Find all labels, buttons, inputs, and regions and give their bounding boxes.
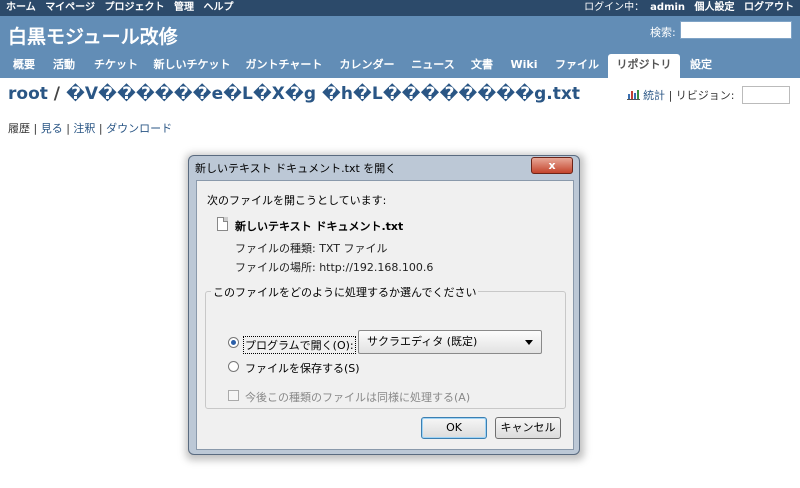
- admin-link[interactable]: 管理: [174, 2, 194, 13]
- tab-issues[interactable]: チケット: [86, 54, 146, 78]
- dialog-close-button[interactable]: x: [531, 157, 573, 174]
- annotate-link[interactable]: 注釈: [73, 122, 95, 135]
- projects-link[interactable]: プロジェクト: [104, 2, 164, 13]
- breadcrumb-root-link[interactable]: root: [8, 84, 48, 104]
- home-link[interactable]: ホーム: [6, 2, 36, 13]
- revision-input[interactable]: [742, 86, 790, 104]
- application-select-value: サクラエディタ (既定): [367, 335, 478, 348]
- remember-choice-checkbox[interactable]: [228, 390, 239, 401]
- dialog-body: 次のファイルを開こうとしています: 新しいテキスト ドキュメント.txt ファイ…: [196, 180, 574, 450]
- tab-overview[interactable]: 概要: [6, 54, 42, 78]
- remember-choice-label: 今後この種類のファイルは同様に処理する(A): [245, 391, 471, 404]
- text-file-icon: [217, 217, 228, 231]
- logged-in-text: ログイン中：: [584, 2, 645, 13]
- file-action-links: 履歴 | 見る | 注釈 | ダウンロード: [8, 122, 173, 135]
- top-menu-left: ホーム マイページ プロジェクト 管理 ヘルプ: [6, 0, 239, 16]
- open-with-label[interactable]: プログラムで開く(O):: [243, 336, 356, 354]
- help-link[interactable]: ヘルプ: [203, 2, 233, 13]
- project-title: 白黒モジュール改修: [8, 26, 178, 48]
- tab-files[interactable]: ファイル: [550, 54, 604, 78]
- breadcrumb-file-link[interactable]: �V������e�L�X�g �h�L��������g.txt: [66, 84, 580, 104]
- logout-link[interactable]: ログアウト: [744, 2, 794, 13]
- search-input[interactable]: [680, 21, 792, 39]
- tab-wiki[interactable]: Wiki: [502, 54, 546, 78]
- save-file-radio[interactable]: [228, 361, 239, 372]
- tab-gantt[interactable]: ガントチャート: [238, 54, 330, 78]
- stats-link[interactable]: 統計: [643, 89, 665, 102]
- dialog-file-type: ファイルの種類: TXT ファイル: [235, 242, 388, 255]
- chevron-down-icon: [525, 340, 533, 345]
- tab-settings[interactable]: 設定: [684, 54, 718, 78]
- account-menu: ログイン中： admin 個人設定 ログアウト: [584, 0, 794, 16]
- tab-new-issue[interactable]: 新しいチケット: [150, 54, 234, 78]
- ok-button[interactable]: OK: [421, 417, 487, 439]
- top-menu-bar: ホーム マイページ プロジェクト 管理 ヘルプ ログイン中： admin 個人設定…: [0, 0, 800, 16]
- user-link[interactable]: admin: [650, 2, 685, 13]
- action-group-label: このファイルをどのように処理するか選んでください: [211, 284, 479, 300]
- tab-calendar[interactable]: カレンダー: [334, 54, 400, 78]
- cancel-button[interactable]: キャンセル: [495, 417, 561, 439]
- repository-stats-bar: 統計 | リビジョン:: [627, 86, 790, 104]
- tab-news[interactable]: ニュース: [404, 54, 462, 78]
- open-file-dialog: 新しいテキスト ドキュメント.txt を開く x 次のファイルを開こうとしていま…: [188, 155, 580, 455]
- open-with-radio[interactable]: [228, 337, 239, 348]
- breadcrumb: root / �V������e�L�X�g �h�L��������g.txt: [8, 84, 580, 104]
- dialog-intro-text: 次のファイルを開こうとしています:: [207, 194, 387, 207]
- save-file-label[interactable]: ファイルを保存する(S): [245, 360, 360, 376]
- dialog-filename: 新しいテキスト ドキュメント.txt: [235, 220, 404, 233]
- logged-in-label: ログイン中： admin: [584, 2, 685, 13]
- dialog-title: 新しいテキスト ドキュメント.txt を開く: [195, 162, 397, 175]
- dialog-file-location: ファイルの場所: http://192.168.100.6: [235, 261, 434, 274]
- stats-separator: |: [668, 89, 673, 102]
- search-label: 検索:: [650, 26, 676, 39]
- tab-activity[interactable]: 活動: [46, 54, 82, 78]
- main-menu-tabs: 概要 活動 チケット 新しいチケット ガントチャート カレンダー ニュース 文書…: [0, 54, 800, 78]
- bar-chart-icon: [627, 90, 641, 100]
- mypage-link[interactable]: マイページ: [45, 2, 95, 13]
- my-account-link[interactable]: 個人設定: [695, 2, 735, 13]
- revision-label: リビジョン:: [675, 89, 735, 102]
- tab-repository[interactable]: リポジトリ: [608, 54, 680, 78]
- application-select[interactable]: サクラエディタ (既定): [358, 330, 542, 354]
- download-link[interactable]: ダウンロード: [106, 122, 172, 135]
- breadcrumb-separator: /: [53, 84, 61, 104]
- tab-documents[interactable]: 文書: [466, 54, 498, 78]
- history-link[interactable]: 履歴: [8, 122, 30, 135]
- view-link[interactable]: 見る: [41, 122, 63, 135]
